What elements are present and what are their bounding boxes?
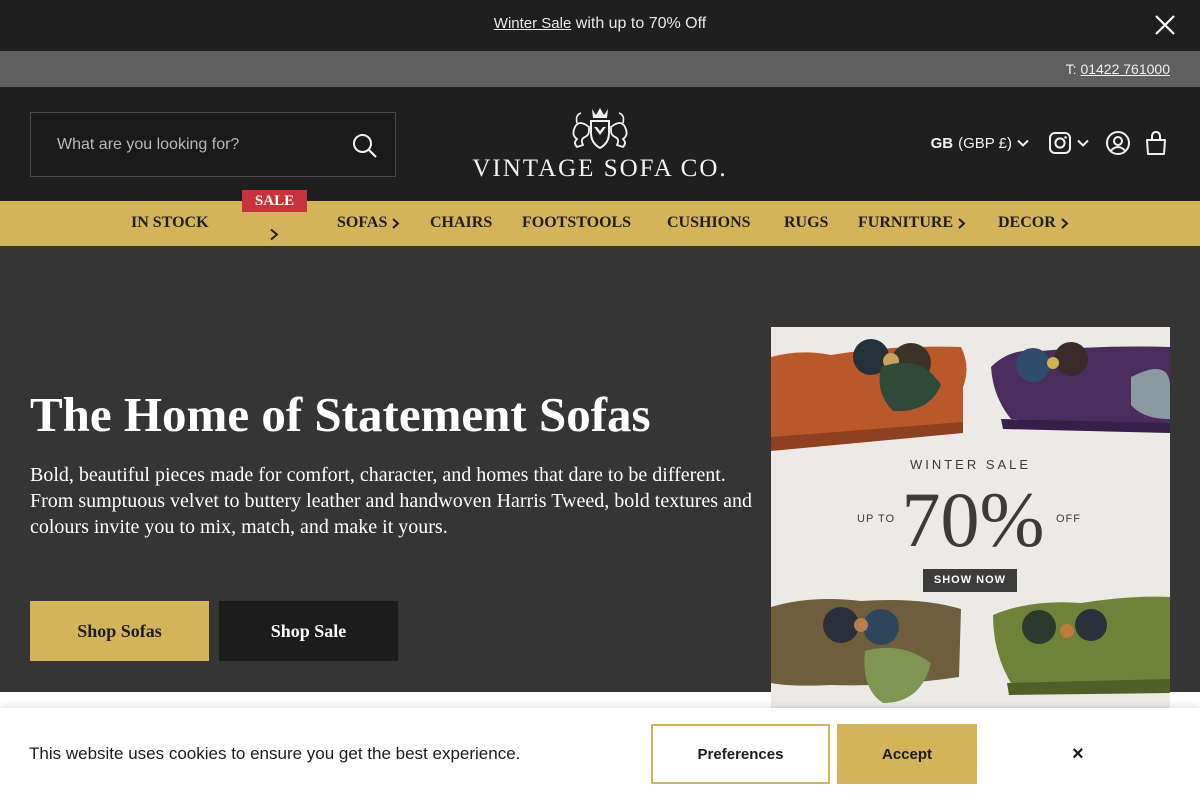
chevron-down-icon <box>1017 139 1029 147</box>
nav-label: RUGS <box>784 214 829 231</box>
nav-item-sale[interactable]: SALE <box>242 190 307 212</box>
promo-up-to: UP TO <box>857 513 896 525</box>
hero-description: Bold, beautiful pieces made for comfort,… <box>30 464 752 538</box>
site-logo[interactable]: VINTAGE SOFA CO. <box>466 105 734 185</box>
account-icon <box>1106 131 1130 155</box>
bag-icon <box>1146 130 1166 155</box>
promo-percent: 70% <box>901 476 1045 563</box>
cookie-message: This website uses cookies to ensure you … <box>29 744 521 763</box>
cookie-close-icon[interactable]: × <box>1072 744 1084 764</box>
search-input[interactable] <box>57 131 337 159</box>
cart-button[interactable] <box>1142 129 1170 157</box>
main-nav: IN STOCK SALE SOFAS CHAIRS FOOTSTOOLS CU… <box>0 190 1200 246</box>
chevron-right-icon <box>958 217 966 229</box>
shop-sofas-button[interactable]: Shop Sofas <box>30 601 209 661</box>
show-now-button[interactable]: SHOW NOW <box>923 569 1017 592</box>
cookie-banner: This website uses cookies to ensure you … <box>0 708 1200 800</box>
nav-label: CHAIRS <box>430 214 493 231</box>
currency-country: GB <box>930 134 954 152</box>
chevron-right-icon <box>392 217 400 229</box>
winter-sale-link[interactable]: Winter Sale <box>494 15 572 32</box>
promo-heading: WINTER SALE <box>909 457 1032 472</box>
chevron-down-icon[interactable] <box>1076 136 1090 150</box>
cookie-preferences-button[interactable]: Preferences <box>651 724 830 784</box>
nav-item-footstools[interactable]: FOOTSTOOLS <box>522 214 631 232</box>
site-header: VINTAGE SOFA CO. GB (GBP £) <box>0 87 1200 201</box>
currency-code: (GBP £) <box>958 134 1012 152</box>
search-box <box>30 112 396 177</box>
promo-discount: UP TO 70% OFF <box>771 477 1170 562</box>
close-icon[interactable] <box>1154 14 1176 36</box>
announcement-text: with up to 70% Off <box>571 15 707 32</box>
nav-item-cushions[interactable]: CUSHIONS <box>667 214 751 232</box>
nav-label: FURNITURE <box>858 214 954 231</box>
phone-prefix: T: <box>1065 61 1081 77</box>
instagram-icon <box>1049 132 1071 154</box>
nav-label: CUSHIONS <box>667 214 751 231</box>
nav-item-furniture[interactable]: FURNITURE <box>858 214 967 232</box>
contact-bar: T: 01422 761000 <box>0 51 1200 87</box>
currency-selector[interactable]: GB (GBP £) <box>931 135 1030 152</box>
instagram-button[interactable] <box>1046 129 1074 157</box>
nav-label: SOFAS <box>337 214 388 231</box>
chevron-right-icon[interactable] <box>268 228 280 241</box>
account-button[interactable] <box>1104 129 1132 157</box>
winter-sale-banner[interactable]: WINTER SALE UP TO 70% OFF SHOW NOW <box>771 327 1170 708</box>
nav-item-decor[interactable]: DECOR <box>998 214 1070 232</box>
hero-title: The Home of Statement Sofas <box>30 387 651 442</box>
crest-logo-icon <box>572 108 628 150</box>
logo-wordmark: VINTAGE SOFA CO. <box>472 155 728 182</box>
header-actions: GB (GBP £) <box>931 127 1170 159</box>
announcement-bar: Winter Sale with up to 70% Off <box>0 0 1200 51</box>
nav-label: DECOR <box>998 214 1056 231</box>
nav-label: IN STOCK <box>131 214 209 231</box>
chevron-right-icon <box>1061 217 1069 229</box>
phone-link[interactable]: 01422 761000 <box>1080 61 1170 77</box>
shop-sale-button[interactable]: Shop Sale <box>219 601 398 661</box>
cookie-accept-button[interactable]: Accept <box>837 724 977 784</box>
nav-item-sofas[interactable]: SOFAS <box>337 214 401 232</box>
search-icon[interactable] <box>351 132 379 160</box>
nav-label: FOOTSTOOLS <box>522 214 632 231</box>
nav-item-in-stock[interactable]: IN STOCK <box>131 214 209 232</box>
phone-number: T: 01422 761000 <box>1066 61 1170 77</box>
announcement-message: Winter Sale with up to 70% Off <box>0 15 1200 33</box>
nav-item-chairs[interactable]: CHAIRS <box>430 214 492 232</box>
promo-off: OFF <box>1056 513 1081 525</box>
nav-item-rugs[interactable]: RUGS <box>784 214 828 232</box>
